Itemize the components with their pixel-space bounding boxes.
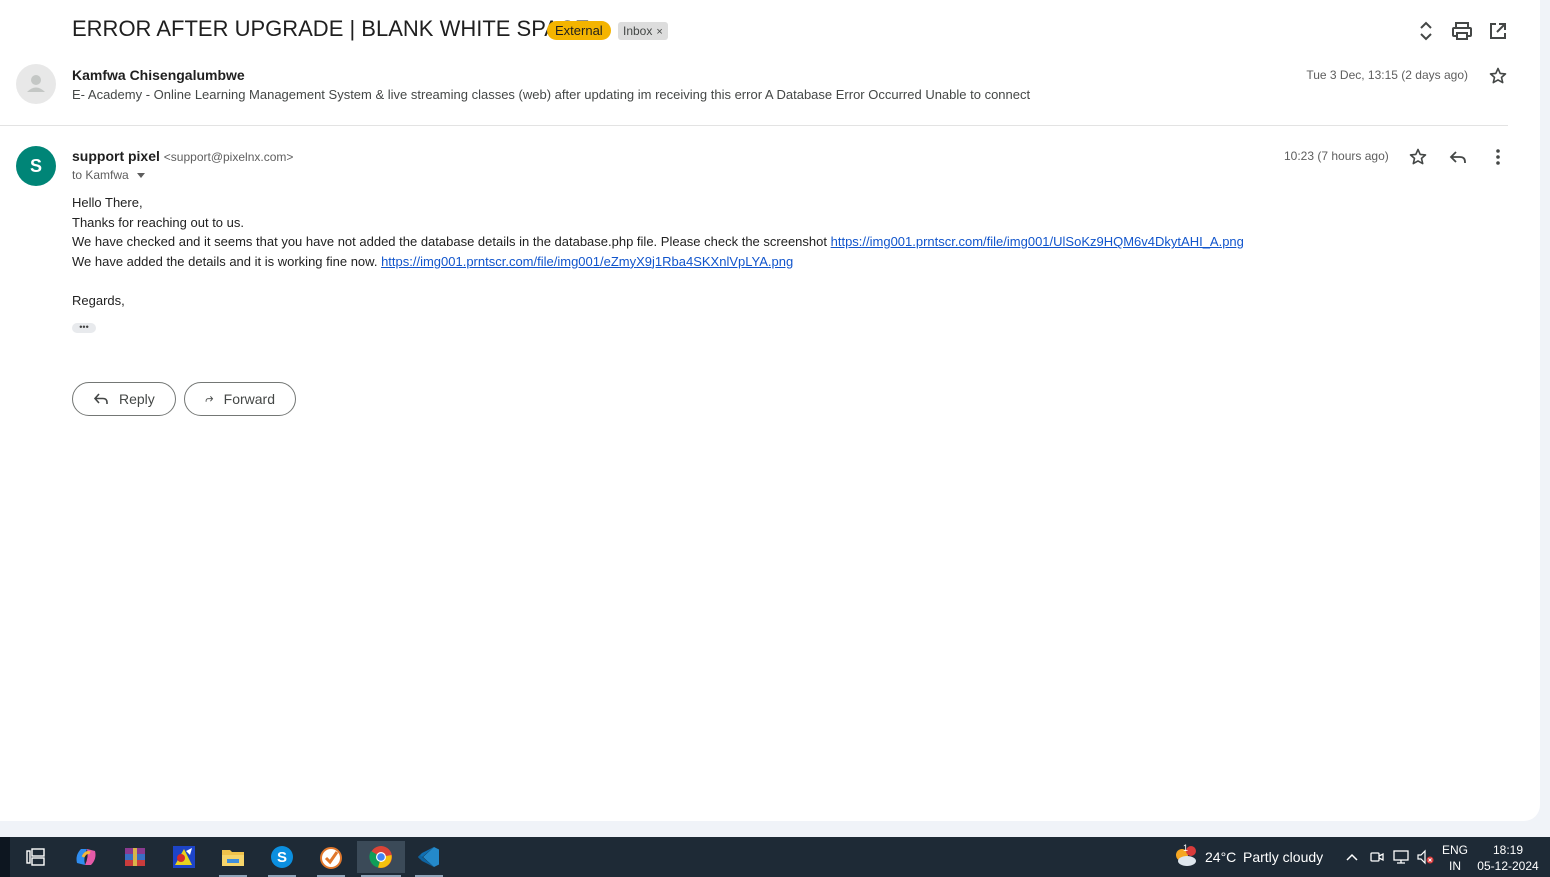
reply-label: Reply [119, 391, 155, 407]
taskbar: S 1 24°C Partly cloudy ENG IN 18:19 05-1… [0, 837, 1550, 877]
file-explorer-icon[interactable] [215, 841, 251, 877]
todo-icon[interactable] [313, 841, 349, 877]
weather-condition[interactable]: Partly cloudy [1243, 849, 1323, 865]
body-greeting: Hello There, [72, 195, 143, 210]
sender-name[interactable]: support pixel [72, 148, 160, 164]
reply-icon [93, 393, 108, 404]
chevron-up-icon[interactable] [1340, 841, 1364, 873]
language-indicator[interactable]: ENG IN [1438, 842, 1472, 874]
winrar-icon[interactable] [117, 841, 153, 873]
sender-name[interactable]: Kamfwa Chisengalumbwe [72, 67, 245, 83]
language-code: ENG [1441, 843, 1468, 857]
taskbar-edge [0, 837, 10, 877]
paint-icon[interactable] [166, 841, 202, 873]
inbox-label[interactable]: Inbox × [618, 22, 668, 40]
forward-label: Forward [223, 391, 275, 407]
body-line-with-link: We have added the details and it is work… [72, 252, 1244, 272]
sender-avatar-default [16, 64, 56, 104]
open-in-new-window-icon[interactable] [1487, 20, 1509, 42]
screenshot-link[interactable]: https://img001.prntscr.com/file/img001/e… [381, 254, 793, 269]
inbox-label-text: Inbox [623, 24, 653, 38]
expand-all-icon[interactable] [1415, 20, 1437, 42]
star-icon[interactable] [1488, 66, 1508, 86]
skype-icon[interactable]: S [264, 841, 300, 877]
forward-icon [205, 396, 214, 402]
task-view-icon[interactable] [18, 841, 54, 873]
message-body: Hello There, Thanks for reaching out to … [72, 193, 1244, 311]
chrome-icon[interactable] [357, 841, 405, 877]
chevron-down-icon[interactable] [136, 173, 145, 179]
region-code: IN [1449, 859, 1461, 873]
screenshot-link[interactable]: https://img001.prntscr.com/file/img001/U… [831, 234, 1244, 249]
reply-icon[interactable] [1448, 147, 1468, 167]
network-icon[interactable] [1390, 841, 1412, 873]
body-line: Thanks for reaching out to us. [72, 214, 244, 230]
svg-text:S: S [277, 849, 287, 866]
body-line: We have added the details and it is work… [72, 253, 382, 269]
weather-alert-count: 1 [1183, 843, 1189, 853]
vscode-icon[interactable] [411, 841, 447, 877]
email-subject: ERROR AFTER UPGRADE | BLANK WHITE SPACE [72, 16, 590, 41]
sender-header: support pixel <support@pixelnx.com> [72, 148, 293, 164]
show-trimmed-content-button[interactable]: ••• [72, 323, 96, 333]
print-icon[interactable] [1451, 20, 1473, 42]
email-panel: ERROR AFTER UPGRADE | BLANK WHITE SPACE … [0, 0, 1540, 821]
message-snippet[interactable]: E- Academy - Online Learning Management … [72, 87, 1030, 102]
body-line-with-link: We have checked and it seems that you ha… [72, 232, 1244, 252]
body-line: We have checked and it seems that you ha… [72, 234, 831, 250]
clock[interactable]: 18:19 05-12-2024 [1474, 842, 1542, 874]
recipients-text: to Kamfwa [72, 168, 129, 182]
reply-button[interactable]: Reply [72, 382, 176, 416]
message-date: 10:23 (7 hours ago) [1284, 149, 1389, 163]
remove-label-icon[interactable]: × [656, 26, 662, 38]
avatar: S [16, 146, 56, 186]
message-date: Tue 3 Dec, 13:15 (2 days ago) [1306, 68, 1468, 82]
more-options-icon[interactable] [1488, 147, 1508, 167]
external-badge: External [547, 21, 611, 40]
meet-now-icon[interactable] [1366, 841, 1388, 873]
body-closing: Regards, [72, 292, 125, 308]
clock-date: 05-12-2024 [1477, 859, 1539, 873]
clock-time: 18:19 [1492, 843, 1524, 857]
message-divider [0, 125, 1508, 126]
copilot-icon[interactable] [68, 841, 104, 873]
weather-temp[interactable]: 24°C [1205, 849, 1236, 865]
sender-email: <support@pixelnx.com> [163, 150, 294, 164]
volume-muted-icon[interactable] [1414, 841, 1436, 873]
star-icon[interactable] [1408, 147, 1428, 167]
recipients-toggle[interactable]: to Kamfwa [72, 168, 145, 182]
forward-button[interactable]: Forward [184, 382, 296, 416]
